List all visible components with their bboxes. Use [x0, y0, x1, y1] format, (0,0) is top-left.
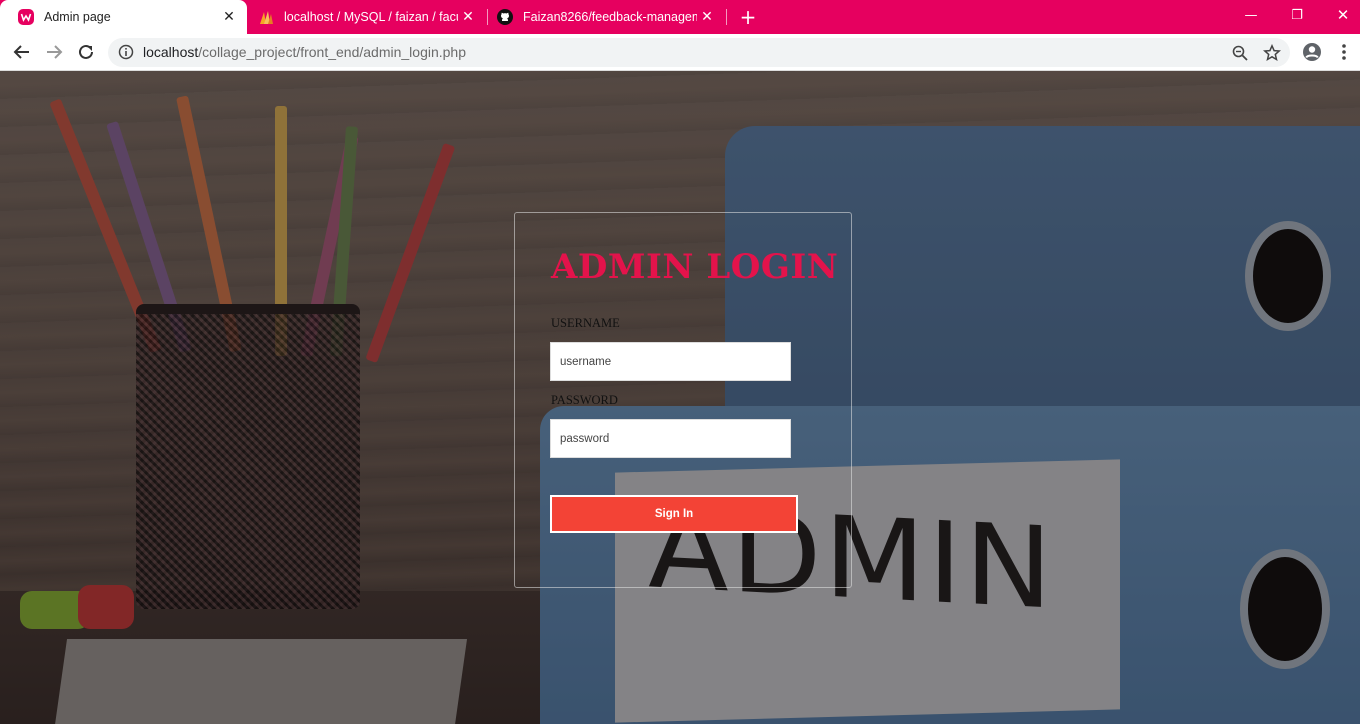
close-window-button[interactable]: ✕	[1320, 0, 1360, 30]
phpmyadmin-icon	[258, 9, 274, 25]
restore-button[interactable]: ❐	[1274, 0, 1320, 30]
reload-icon[interactable]	[72, 38, 100, 66]
wamp-icon	[18, 9, 34, 25]
url-path: /collage_project/front_end/admin_login.p…	[198, 44, 467, 60]
tab-title: localhost / MySQL / faizan / facul	[284, 10, 458, 24]
info-icon[interactable]	[118, 44, 134, 60]
page-content: ADMIN ADMIN LOGIN USERNAME PASSWORD Sign…	[0, 71, 1360, 724]
url-text: localhost/collage_project/front_end/admi…	[143, 44, 466, 60]
tab-strip: Admin page ✕ localhost / MySQL / faizan …	[0, 0, 1360, 34]
password-label: PASSWORD	[551, 393, 618, 407]
tab-divider	[726, 9, 727, 25]
tab-title: Faizan8266/feedback-manageme	[523, 10, 697, 24]
browser-toolbar: localhost/collage_project/front_end/admi…	[0, 34, 1360, 71]
login-form: ADMIN LOGIN USERNAME PASSWORD Sign In	[514, 212, 852, 588]
address-bar[interactable]: localhost/collage_project/front_end/admi…	[108, 38, 1290, 67]
minimize-button[interactable]: —	[1228, 0, 1274, 30]
back-arrow-icon[interactable]	[8, 38, 36, 66]
password-input[interactable]	[550, 419, 791, 458]
tab-title: Admin page	[44, 10, 111, 24]
new-tab-button[interactable]: +	[736, 5, 760, 29]
zoom-icon[interactable]	[1230, 43, 1250, 63]
tab-github[interactable]: Faizan8266/feedback-manageme ✕	[489, 0, 725, 34]
sign-in-button[interactable]: Sign In	[550, 495, 798, 533]
account-icon[interactable]	[1300, 40, 1324, 64]
close-tab-icon[interactable]: ✕	[219, 7, 239, 27]
username-label: USERNAME	[551, 316, 620, 330]
username-input[interactable]	[550, 342, 791, 381]
tab-divider	[487, 9, 488, 25]
kebab-menu-icon[interactable]	[1332, 40, 1356, 64]
close-tab-icon[interactable]: ✕	[697, 7, 717, 27]
url-host: localhost	[143, 44, 199, 60]
tab-admin-page[interactable]: Admin page ✕	[0, 0, 247, 34]
tab-phpmyadmin[interactable]: localhost / MySQL / faizan / facul ✕	[250, 0, 486, 34]
close-tab-icon[interactable]: ✕	[458, 7, 478, 27]
star-icon[interactable]	[1262, 43, 1282, 63]
github-icon	[497, 9, 513, 25]
forward-arrow-icon[interactable]	[40, 38, 68, 66]
login-title: ADMIN LOGIN	[551, 247, 839, 287]
